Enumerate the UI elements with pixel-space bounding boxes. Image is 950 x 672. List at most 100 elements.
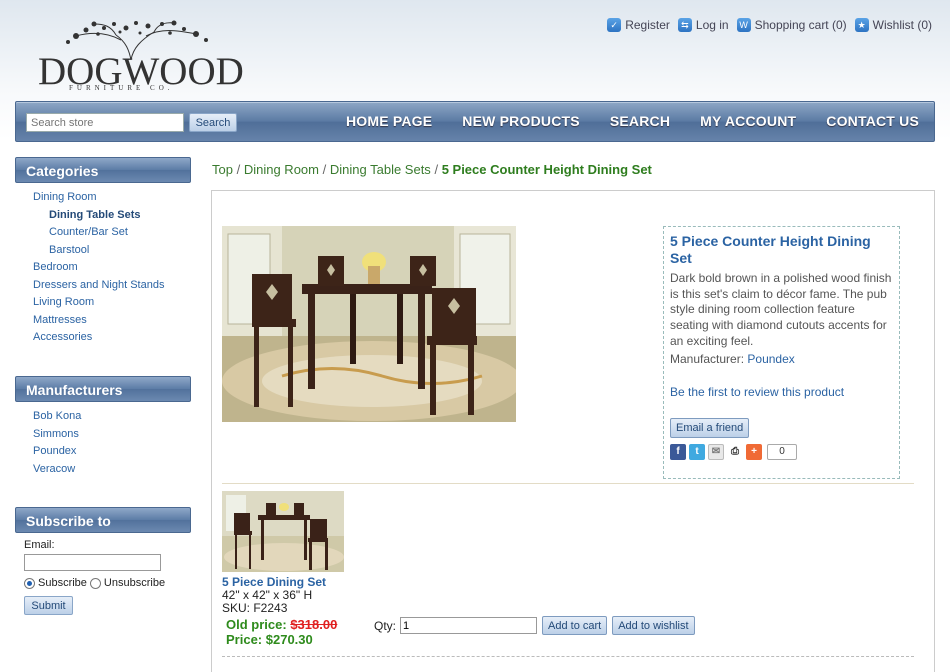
breadcrumb: Top / Dining Room / Dining Table Sets / … xyxy=(212,162,652,177)
subscribe-options: Subscribe Unsubscribe xyxy=(24,577,191,589)
qty-label: Qty: xyxy=(374,618,397,633)
breadcrumb-separator: / xyxy=(322,162,327,177)
manufacturers-list: Bob Kona Simmons Poundex Veracow xyxy=(15,402,191,478)
register-label: Register xyxy=(625,18,670,32)
categories-block: Categories Dining Room Dining Table Sets… xyxy=(15,157,191,347)
manufacturer-link[interactable]: Poundex xyxy=(747,352,794,366)
breadcrumb-separator: / xyxy=(236,162,241,177)
category-link[interactable]: Bedroom xyxy=(33,261,78,273)
review-section: Be the first to review this product xyxy=(670,385,893,399)
email-share-icon[interactable]: ✉ xyxy=(708,443,724,460)
category-link[interactable]: Dressers and Night Stands xyxy=(33,279,164,291)
logo-tagline: FURNITURE CO. xyxy=(69,84,174,92)
register-link[interactable]: ✓ Register xyxy=(607,18,670,32)
product-title: 5 Piece Counter Height Dining Set xyxy=(670,233,871,266)
nav-new-products[interactable]: NEW PRODUCTS xyxy=(447,102,595,141)
write-review-link[interactable]: Be the first to review this product xyxy=(670,385,844,399)
newsletter-title: Subscribe to newsletters xyxy=(15,507,191,555)
manufacturer-item: Veracow xyxy=(33,461,191,479)
print-icon[interactable]: ⎙ xyxy=(727,443,743,460)
category-link[interactable]: Living Room xyxy=(33,296,94,308)
product-variant: 5 Piece Dining Set 42" x 42" x 36" H SKU… xyxy=(222,491,344,647)
register-icon: ✓ xyxy=(607,18,622,32)
product-details: 5 Piece Counter Height Dining Set Dark b… xyxy=(211,190,935,672)
share-count: 0 xyxy=(767,443,797,460)
category-bedroom: Bedroom xyxy=(33,259,191,277)
category-dressers: Dressers and Night Stands xyxy=(33,277,191,295)
nav-my-account[interactable]: MY ACCOUNT xyxy=(685,102,811,141)
category-link[interactable]: Mattresses xyxy=(33,314,87,326)
manufacturer-link[interactable]: Bob Kona xyxy=(33,410,81,422)
price-label: Price: xyxy=(226,632,263,647)
cart-label: Shopping cart (0) xyxy=(754,18,847,32)
main-nav-bar: Search HOME PAGE NEW PRODUCTS SEARCH MY … xyxy=(15,101,935,142)
manufacturer-item: Poundex xyxy=(33,443,191,461)
category-link[interactable]: Barstool xyxy=(49,244,89,256)
product-manufacturer: Manufacturer: Poundex xyxy=(670,352,893,366)
category-link[interactable]: Counter/Bar Set xyxy=(49,226,128,238)
category-mattresses: Mattresses xyxy=(33,312,191,330)
manufacturer-link[interactable]: Veracow xyxy=(33,463,75,475)
product-description: Dark bold brown in a polished wood finis… xyxy=(670,271,892,348)
variant-sku: SKU: F2243 xyxy=(222,601,288,615)
email-label: Email: xyxy=(24,539,55,551)
price-block: Old price: $318.00 Price: $270.30 xyxy=(222,617,344,647)
breadcrumb-dining-table-sets[interactable]: Dining Table Sets xyxy=(330,162,431,177)
manufacturer-item: Simmons xyxy=(33,426,191,444)
old-price-value: $318.00 xyxy=(290,617,338,632)
category-link[interactable]: Dining Room xyxy=(33,191,97,203)
wishlist-label: Wishlist (0) xyxy=(872,18,932,32)
category-counter-bar-set: Counter/Bar Set xyxy=(33,224,191,242)
variant-image[interactable] xyxy=(222,491,344,572)
search-button[interactable]: Search xyxy=(189,113,237,132)
category-dining-table-sets: Dining Table Sets xyxy=(33,207,191,225)
unsubscribe-radio[interactable] xyxy=(89,577,101,589)
add-to-cart-button[interactable]: Add to cart xyxy=(542,616,608,635)
quantity-input[interactable] xyxy=(400,617,538,634)
price-row: Price: $270.30 xyxy=(226,632,344,647)
nav-home[interactable]: HOME PAGE xyxy=(331,102,447,141)
wishlist-icon: ★ xyxy=(854,18,869,32)
section-divider xyxy=(222,483,914,484)
section-divider xyxy=(222,656,914,657)
variant-title[interactable]: 5 Piece Dining Set xyxy=(222,575,344,589)
login-link[interactable]: ⇆ Log in xyxy=(677,18,729,32)
old-price-label: Old price: xyxy=(226,617,287,632)
header-links: ✓ Register ⇆ Log in W Shopping cart (0) … xyxy=(607,18,932,32)
addthis-plus-icon[interactable]: + xyxy=(746,443,762,460)
unsubscribe-label: Unsubscribe xyxy=(103,577,166,589)
breadcrumb-top[interactable]: Top xyxy=(212,162,233,177)
product-main-image[interactable] xyxy=(222,226,516,422)
category-link[interactable]: Dining Table Sets xyxy=(49,209,140,221)
wishlist-link[interactable]: ★ Wishlist (0) xyxy=(854,18,932,32)
category-accessories: Accessories xyxy=(33,329,191,347)
newsletter-block: Subscribe to newsletters Email: Subscrib… xyxy=(15,507,191,615)
facebook-icon[interactable]: f xyxy=(670,443,686,460)
newsletter-submit-button[interactable]: Submit xyxy=(24,596,73,615)
add-to-wishlist-button[interactable]: Add to wishlist xyxy=(612,616,695,635)
categories-list: Dining Room Dining Table Sets Counter/Ba… xyxy=(15,183,191,347)
breadcrumb-dining-room[interactable]: Dining Room xyxy=(244,162,319,177)
email-friend-button[interactable]: Email a friend xyxy=(670,417,750,438)
login-label: Log in xyxy=(695,18,729,32)
cart-icon: W xyxy=(736,18,751,32)
manufacturer-link[interactable]: Poundex xyxy=(33,445,76,457)
manufacturer-item: Bob Kona xyxy=(33,408,191,426)
old-price-row: Old price: $318.00 xyxy=(226,617,344,632)
manufacturer-link[interactable]: Simmons xyxy=(33,428,79,440)
search-input[interactable] xyxy=(26,113,184,132)
category-living-room: Living Room xyxy=(33,294,191,312)
subscribe-radio[interactable] xyxy=(24,577,35,589)
login-icon: ⇆ xyxy=(677,18,692,32)
nav-contact-us[interactable]: CONTACT US xyxy=(811,102,934,141)
cart-link[interactable]: W Shopping cart (0) xyxy=(736,18,847,32)
add-to-cart-row: Qty: Add to cart Add to wishlist xyxy=(374,616,695,635)
twitter-icon[interactable]: t xyxy=(689,443,705,460)
nav-search[interactable]: SEARCH xyxy=(595,102,685,141)
share-bar: f t ✉ ⎙ + 0 xyxy=(670,443,893,460)
product-info-panel: 5 Piece Counter Height Dining Set Dark b… xyxy=(663,226,900,479)
category-link[interactable]: Accessories xyxy=(33,331,92,343)
breadcrumb-separator: / xyxy=(434,162,439,177)
price-value: $270.30 xyxy=(265,632,313,647)
nav-menu: HOME PAGE NEW PRODUCTS SEARCH MY ACCOUNT… xyxy=(331,102,934,141)
